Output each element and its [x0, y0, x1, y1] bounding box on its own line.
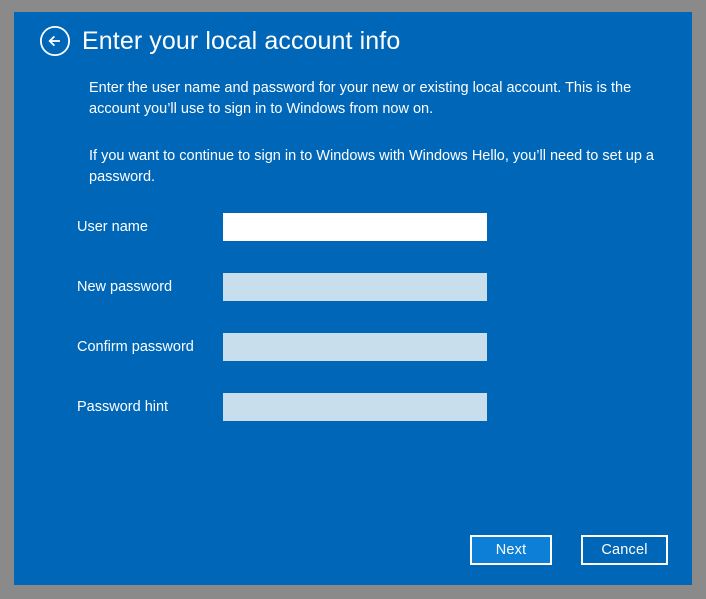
- password-hint-label: Password hint: [77, 399, 169, 415]
- cancel-button[interactable]: Cancel: [581, 535, 668, 565]
- form-row-confirm-password: Confirm password: [14, 333, 692, 393]
- intro-text-block: Enter the user name and password for you…: [89, 78, 659, 188]
- password-hint-input[interactable]: [223, 393, 487, 421]
- dialog-footer: Next Cancel: [14, 535, 692, 565]
- account-form: User name New password Confirm password …: [14, 213, 692, 453]
- user-name-input[interactable]: [223, 213, 487, 241]
- intro-paragraph-1: Enter the user name and password for you…: [89, 80, 632, 117]
- form-row-password-hint: Password hint: [14, 393, 692, 453]
- form-row-new-password: New password: [14, 273, 692, 333]
- new-password-input[interactable]: [223, 273, 487, 301]
- form-row-user-name: User name: [14, 213, 692, 273]
- local-account-dialog: Enter your local account info Enter the …: [14, 12, 692, 585]
- dialog-header: Enter your local account info: [14, 12, 692, 70]
- confirm-password-input[interactable]: [223, 333, 487, 361]
- back-arrow-circle-icon[interactable]: [39, 25, 71, 57]
- user-name-label: User name: [77, 219, 148, 235]
- next-button[interactable]: Next: [470, 535, 552, 565]
- new-password-label: New password: [77, 279, 173, 295]
- intro-paragraph-2: If you want to continue to sign in to Wi…: [89, 148, 654, 185]
- confirm-password-label: Confirm password: [77, 339, 194, 355]
- page-title: Enter your local account info: [82, 27, 401, 55]
